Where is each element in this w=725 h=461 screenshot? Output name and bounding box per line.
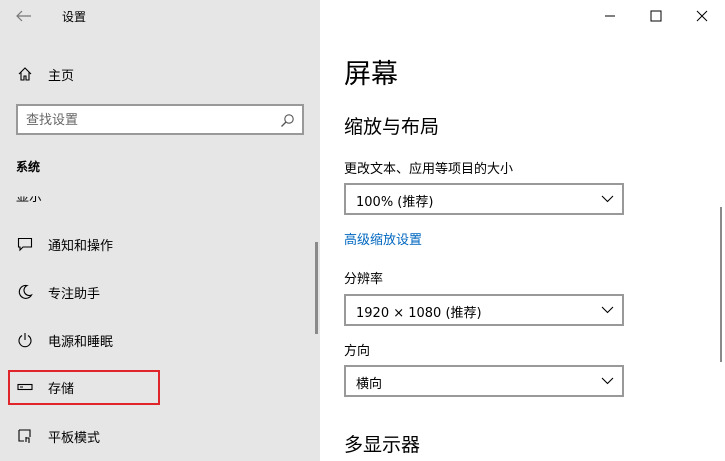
scale-dropdown[interactable]: 100% (推荐) (344, 183, 624, 215)
sidebar-item-notifications[interactable]: 通知和操作 (0, 224, 320, 264)
page-title: 屏幕 (344, 59, 398, 90)
sidebar-item-focus-assist[interactable]: 专注助手 (0, 272, 320, 312)
search-box[interactable] (16, 104, 304, 135)
section-heading-multiple-displays: 多显示器 (344, 434, 421, 456)
tablet-icon (16, 427, 34, 445)
app-title: 设置 (62, 10, 87, 24)
search-input[interactable] (26, 111, 266, 129)
maximize-button[interactable] (633, 0, 679, 32)
sidebar-item-label: 专注助手 (48, 286, 101, 302)
chevron-down-icon (600, 192, 614, 206)
close-icon (696, 7, 708, 26)
notification-icon (16, 235, 34, 253)
power-icon (16, 331, 34, 349)
section-heading: 系统 (16, 160, 41, 174)
home-icon (16, 65, 34, 83)
orientation-label: 方向 (344, 344, 371, 359)
advanced-scaling-link[interactable]: 高级缩放设置 (344, 229, 422, 248)
sidebar-item-power-sleep[interactable]: 电源和睡眠 (0, 320, 320, 360)
sidebar-item-tablet-mode[interactable]: 平板模式 (0, 416, 320, 456)
sidebar-item-label: 平板模式 (48, 430, 101, 446)
sidebar-item-display-partial[interactable]: 显示 (16, 196, 76, 204)
highlight-box (8, 370, 160, 405)
orientation-dropdown[interactable]: 横向 (344, 365, 624, 397)
chevron-down-icon (600, 374, 614, 388)
resolution-value: 1920 × 1080 (推荐) (356, 306, 482, 321)
sidebar-item-label: 通知和操作 (48, 238, 114, 254)
main-scrollbar[interactable] (720, 207, 722, 362)
back-button[interactable] (10, 2, 38, 30)
sidebar-item-label: 电源和睡眠 (48, 334, 114, 350)
minimize-icon (604, 7, 616, 26)
resolution-dropdown[interactable]: 1920 × 1080 (推荐) (344, 294, 624, 326)
main-content: 屏幕 缩放与布局 更改文本、应用等项目的大小 100% (推荐) 高级缩放设置 … (320, 0, 725, 461)
chevron-down-icon (600, 303, 614, 317)
sidebar-item-home[interactable]: 主页 (0, 60, 320, 88)
close-button[interactable] (679, 0, 725, 32)
search-icon[interactable] (278, 111, 296, 129)
sidebar-item-label: 显示 (16, 196, 43, 204)
scale-value: 100% (推荐) (356, 195, 434, 210)
section-heading-scale-layout: 缩放与布局 (344, 116, 440, 138)
resolution-label: 分辨率 (344, 272, 384, 287)
back-arrow-icon (16, 7, 32, 26)
minimize-button[interactable] (587, 0, 633, 32)
sidebar: 设置 主页 系统 显示 通知和操作 专注助手 电源和睡眠 (0, 0, 320, 461)
sidebar-item-label: 主页 (48, 68, 75, 84)
maximize-icon (650, 7, 662, 26)
orientation-value: 横向 (356, 377, 383, 392)
sidebar-scrollbar[interactable] (315, 242, 318, 334)
moon-icon (16, 283, 34, 301)
scale-label: 更改文本、应用等项目的大小 (344, 162, 514, 177)
